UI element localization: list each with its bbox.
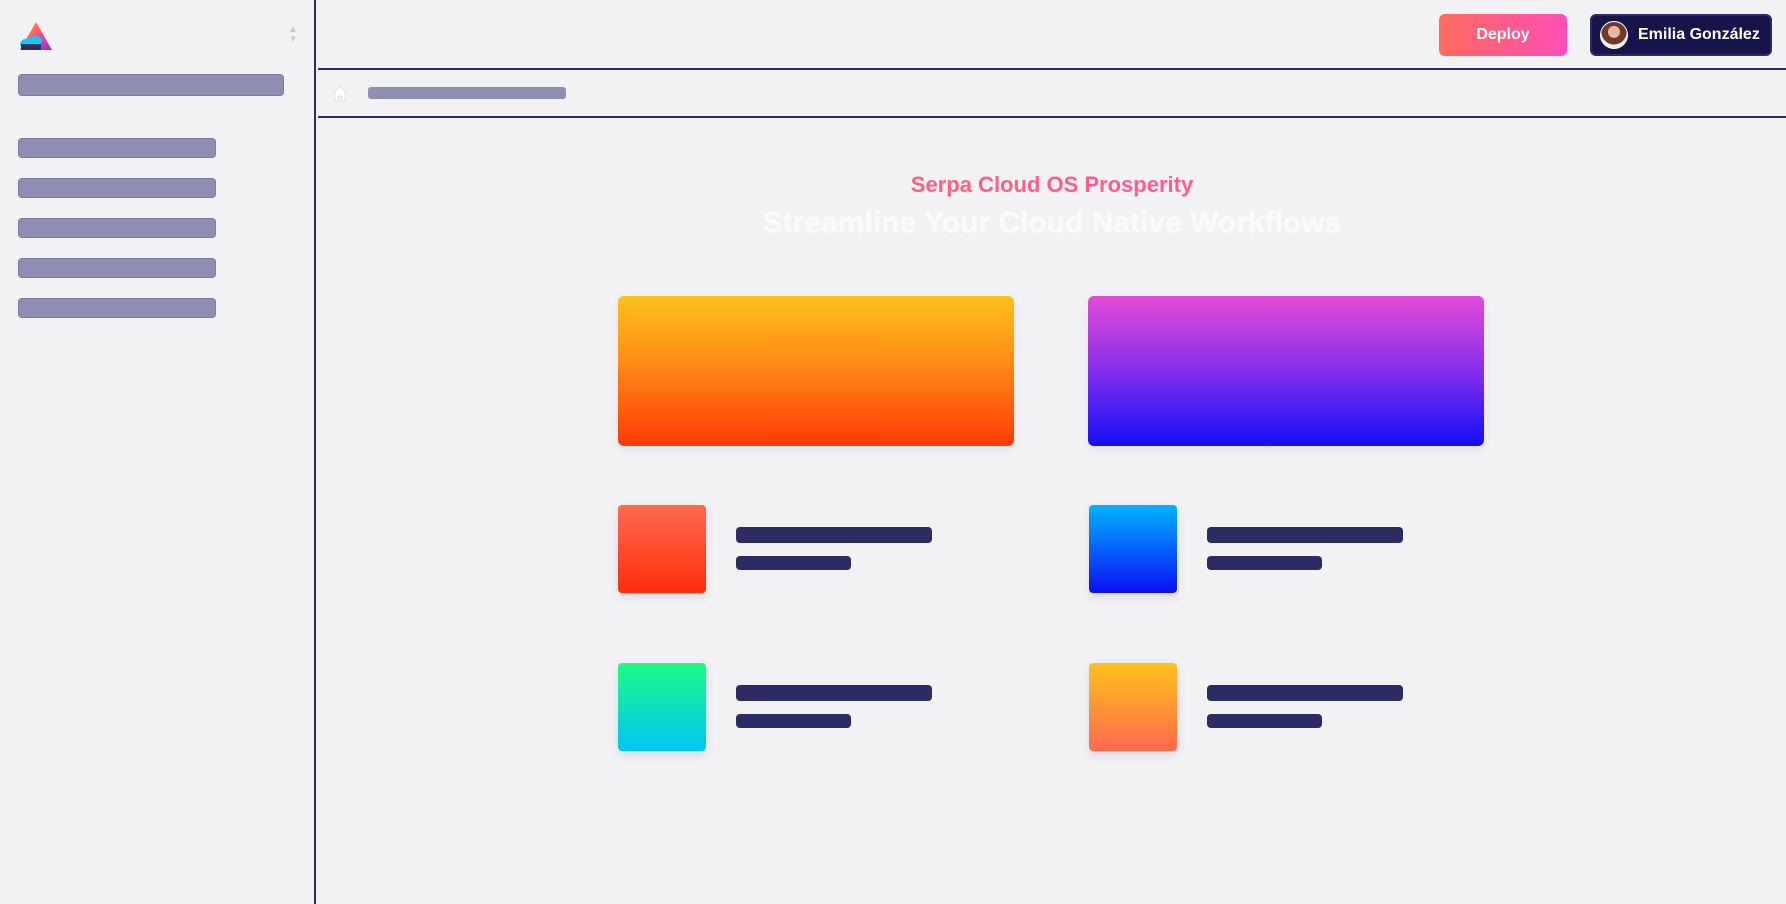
sidebar-item[interactable] bbox=[18, 178, 216, 198]
tile-subtitle-placeholder bbox=[1207, 556, 1322, 570]
sidebar-item[interactable] bbox=[18, 218, 216, 238]
top-bar: Deploy Emilia González bbox=[318, 0, 1786, 70]
tile-title-placeholder bbox=[736, 685, 932, 701]
tile-subtitle-placeholder bbox=[736, 714, 851, 728]
feature-tile[interactable] bbox=[1089, 663, 1403, 753]
deploy-button[interactable]: Deploy bbox=[1439, 14, 1567, 56]
page-eyebrow: Serpa Cloud OS Prosperity bbox=[318, 172, 1786, 198]
cloud-logo-icon bbox=[20, 22, 52, 50]
home-icon[interactable] bbox=[331, 85, 349, 103]
brand[interactable] bbox=[18, 20, 66, 52]
tile-subtitle-placeholder bbox=[736, 556, 851, 570]
breadcrumb-item-placeholder[interactable] bbox=[368, 87, 566, 99]
sidebar-nav bbox=[18, 138, 216, 338]
chevron-up-down-icon[interactable]: ▴ ▾ bbox=[286, 24, 300, 45]
breadcrumb bbox=[318, 72, 1786, 118]
sidebar: ▴ ▾ bbox=[0, 0, 316, 904]
user-avatar bbox=[1600, 21, 1628, 49]
main-content: Serpa Cloud OS Prosperity Streamline You… bbox=[318, 120, 1786, 904]
user-menu-button[interactable]: Emilia González bbox=[1590, 14, 1772, 56]
tile-image bbox=[618, 505, 706, 593]
tile-subtitle-placeholder bbox=[1207, 714, 1322, 728]
tile-title-placeholder bbox=[1207, 685, 1403, 701]
feature-tile[interactable] bbox=[618, 505, 932, 595]
tile-image bbox=[1089, 663, 1177, 751]
feature-tile[interactable] bbox=[1089, 505, 1403, 595]
sidebar-item[interactable] bbox=[18, 138, 216, 158]
sidebar-item[interactable] bbox=[18, 258, 216, 278]
page-title: Streamline Your Cloud Native Workflows bbox=[762, 206, 1342, 239]
sidebar-search-placeholder[interactable] bbox=[18, 74, 284, 96]
feature-card[interactable] bbox=[1088, 296, 1484, 446]
tile-image bbox=[1089, 505, 1177, 593]
tile-image bbox=[618, 663, 706, 751]
feature-card[interactable] bbox=[618, 296, 1014, 446]
user-name: Emilia González bbox=[1638, 26, 1760, 43]
tile-title-placeholder bbox=[736, 527, 932, 543]
sidebar-item[interactable] bbox=[18, 298, 216, 318]
app-root: ▴ ▾ Deploy Emilia González Serpa Cloud OS… bbox=[0, 0, 1786, 904]
tile-title-placeholder bbox=[1207, 527, 1403, 543]
feature-tile[interactable] bbox=[618, 663, 932, 753]
